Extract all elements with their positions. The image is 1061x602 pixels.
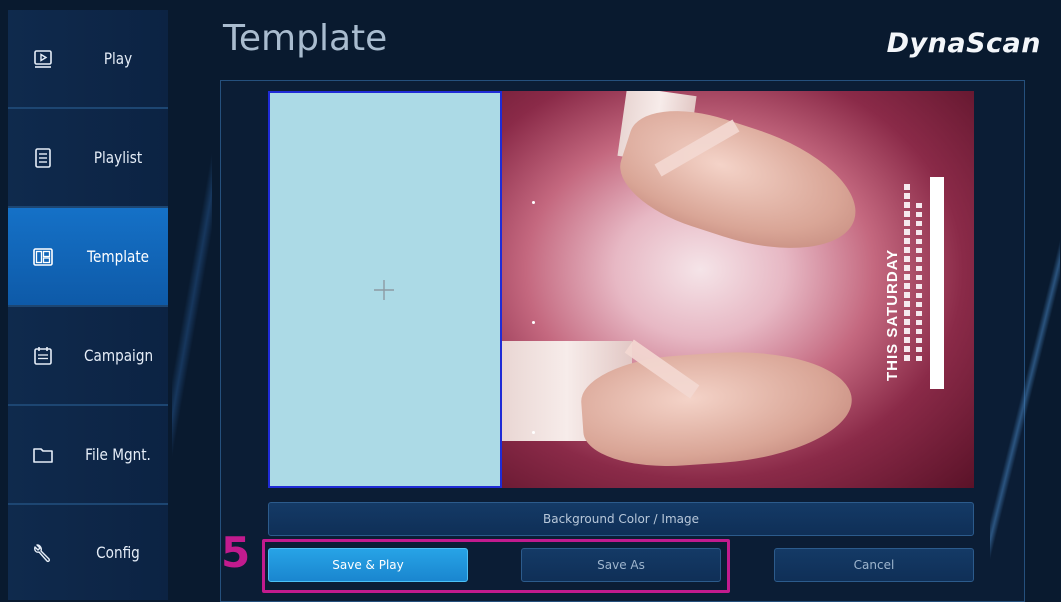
folder-icon (32, 444, 54, 466)
sidebar-item-label: File Mgnt. (85, 445, 151, 464)
sidebar-item-label: Campaign (84, 346, 154, 365)
poster-caption (916, 201, 922, 361)
sidebar: Play Playlist Template Campaign File Mgn… (8, 10, 168, 600)
list-icon (32, 147, 54, 169)
ballet-shoe (608, 92, 872, 274)
sidebar-item-play[interactable]: Play (8, 10, 168, 109)
decorative-dot (532, 431, 535, 434)
sidebar-item-label: Template (86, 247, 150, 266)
add-content-icon (374, 280, 394, 300)
poster-caption (904, 181, 910, 361)
annotation-highlight-box (262, 539, 730, 593)
cancel-button[interactable]: Cancel (774, 548, 974, 582)
sidebar-item-campaign[interactable]: Campaign (8, 307, 168, 406)
app-frame: Play Playlist Template Campaign File Mgn… (0, 0, 1061, 602)
play-icon (32, 48, 54, 70)
sidebar-item-template[interactable]: Template (8, 208, 168, 307)
template-canvas: THIS SATURDAY (268, 91, 974, 488)
sidebar-item-label: Playlist (93, 148, 143, 167)
poster-banner (930, 177, 944, 389)
background-color-image-button[interactable]: Background Color / Image (268, 502, 974, 536)
decorative-stripe (990, 200, 1060, 600)
layout-zone-image[interactable]: THIS SATURDAY (502, 91, 974, 488)
decorative-dot (532, 201, 535, 204)
sidebar-item-label: Config (96, 543, 140, 562)
poster-headline: THIS SATURDAY (884, 248, 901, 381)
annotation-step-number: 5 (221, 528, 251, 577)
decorative-dot (532, 321, 535, 324)
sidebar-item-label: Play (103, 49, 133, 68)
brand-logo: DynaScan (886, 28, 1041, 59)
wrench-icon (32, 542, 54, 564)
template-icon (32, 246, 54, 268)
sidebar-item-config[interactable]: Config (8, 505, 168, 600)
sidebar-item-playlist[interactable]: Playlist (8, 109, 168, 208)
page-title: Template (223, 18, 388, 59)
sidebar-item-file-mgnt[interactable]: File Mgnt. (8, 406, 168, 505)
calendar-icon (32, 345, 54, 367)
decorative-stripe (172, 10, 212, 600)
layout-zone-empty[interactable] (268, 91, 502, 488)
